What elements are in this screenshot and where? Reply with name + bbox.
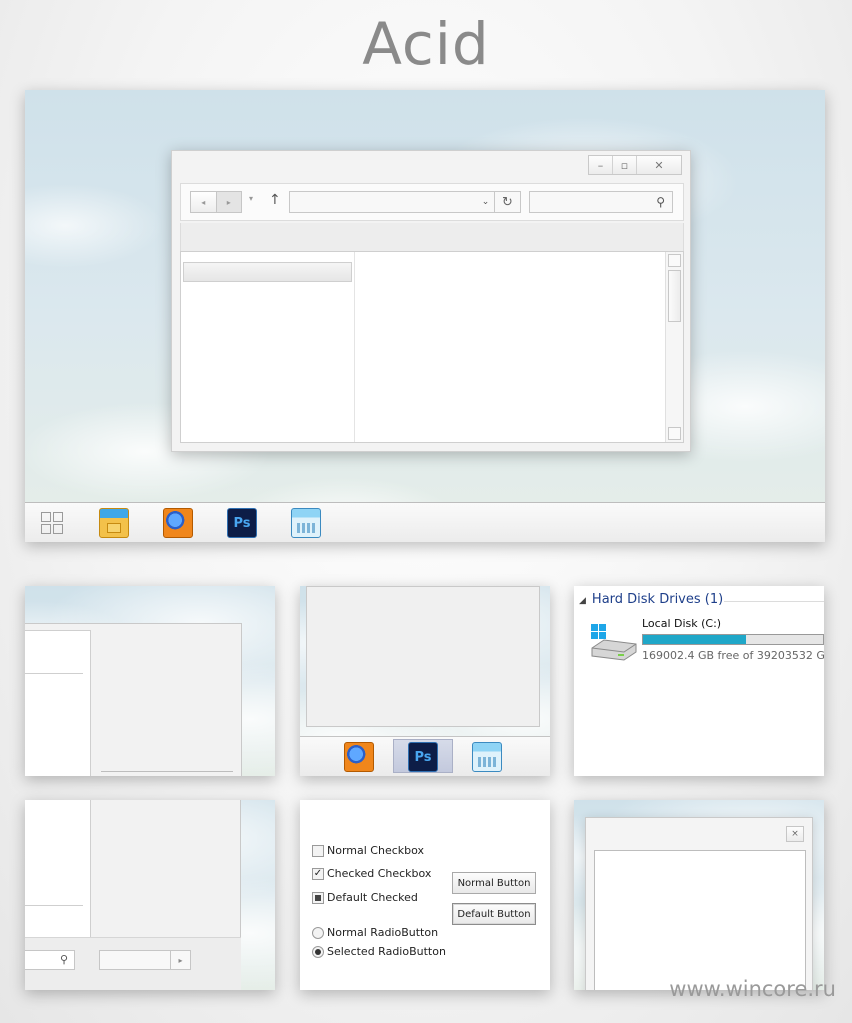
selected-radiobutton[interactable]: Selected RadioButton	[312, 945, 446, 958]
navigation-pane	[25, 800, 91, 937]
window-corner-preview	[25, 586, 275, 776]
hard-drive-icon[interactable]	[588, 620, 638, 662]
checked-checkbox[interactable]: ✓ Checked Checkbox	[312, 867, 431, 880]
back-button[interactable]: ◂	[191, 192, 216, 212]
scroll-down-arrow[interactable]	[668, 427, 681, 440]
window-bottom-preview: ⚲ ▸	[25, 800, 275, 990]
desktop-preview: – ▫ ✕ ◂ ▸ ▾ ↑ ⌄ ↻ ⚲ Ps	[25, 90, 825, 542]
explorer-toolbar: ◂ ▸ ▾ ↑ ⌄ ↻ ⚲	[180, 183, 684, 221]
search-box[interactable]: ⚲	[25, 950, 75, 970]
collapse-triangle-icon[interactable]: ◢	[579, 596, 586, 606]
computer-view-preview: ◢ Hard Disk Drives (1) Local Disk (C:) 16…	[574, 586, 824, 776]
group-divider	[724, 601, 824, 602]
command-bar	[180, 223, 684, 251]
drive-usage-fill	[643, 635, 746, 644]
nav-buttons: ◂ ▸	[190, 191, 242, 213]
default-button[interactable]: Default Button	[452, 903, 536, 925]
search-box[interactable]: ⚲	[529, 191, 673, 213]
group-header-label: Hard Disk Drives (1)	[591, 592, 724, 607]
close-icon[interactable]: ×	[786, 826, 804, 842]
refresh-icon[interactable]: ↻	[494, 192, 520, 212]
photoshop-icon[interactable]: Ps	[408, 742, 438, 772]
firefox-icon[interactable]	[344, 742, 374, 772]
bottom-bar: ⚲ ▸	[25, 937, 241, 990]
dialog-window: ×	[585, 817, 813, 990]
taskbar: Ps	[25, 502, 825, 542]
close-button[interactable]: ✕	[637, 156, 681, 174]
taskbar: Ps	[300, 736, 550, 776]
group-header[interactable]: ◢ Hard Disk Drives (1)	[579, 592, 723, 607]
calculator-icon[interactable]	[291, 508, 321, 538]
start-grid-icon[interactable]	[41, 512, 63, 534]
minimize-button[interactable]: –	[589, 156, 613, 174]
navigation-pane	[25, 630, 91, 776]
checkbox-label: Normal Checkbox	[327, 844, 425, 857]
explorer-window[interactable]: – ▫ ✕ ◂ ▸ ▾ ↑ ⌄ ↻ ⚲	[171, 150, 691, 452]
dialog-preview: ×	[574, 800, 824, 990]
watermark: www.wincore.ru	[669, 977, 836, 1001]
chevron-right-icon[interactable]: ▸	[170, 951, 190, 969]
forward-button[interactable]: ▸	[215, 192, 241, 212]
window-frame: ⚲ ▸	[25, 800, 241, 990]
taskbar-active-preview: Ps	[300, 586, 550, 776]
radio-label: Selected RadioButton	[327, 945, 446, 958]
dialog-client-area	[594, 850, 806, 990]
radio-label: Normal RadioButton	[327, 926, 439, 939]
controls-preview: Normal Checkbox ✓ Checked Checkbox Defau…	[300, 800, 550, 990]
divider	[101, 771, 233, 772]
caption-buttons: – ▫ ✕	[588, 155, 682, 175]
drive-usage-bar	[642, 634, 824, 645]
explorer-content	[180, 251, 684, 443]
file-explorer-icon[interactable]	[99, 508, 129, 538]
normal-checkbox[interactable]: Normal Checkbox	[312, 844, 424, 857]
maximize-button[interactable]: ▫	[613, 156, 637, 174]
radio-selected-circle[interactable]	[312, 945, 324, 958]
normal-radiobutton[interactable]: Normal RadioButton	[312, 926, 438, 939]
window-frame	[306, 586, 540, 727]
checkbox-box[interactable]	[312, 844, 324, 857]
scroll-up-arrow[interactable]	[668, 254, 681, 267]
photoshop-icon[interactable]: Ps	[227, 508, 257, 538]
navigation-pane	[181, 252, 355, 442]
search-icon: ⚲	[656, 195, 665, 209]
scroll-thumb[interactable]	[668, 270, 681, 322]
checkbox-label: Checked Checkbox	[327, 867, 432, 880]
default-checked-checkbox[interactable]: Default Checked	[312, 891, 418, 904]
combo-box[interactable]: ▸	[99, 950, 191, 970]
vertical-scrollbar[interactable]	[665, 252, 683, 442]
navigation-selected-item[interactable]	[183, 262, 352, 282]
checkbox-default-box[interactable]	[312, 891, 324, 904]
checkbox-label: Default Checked	[327, 891, 418, 904]
address-dropdown-icon[interactable]: ⌄	[476, 192, 494, 212]
firefox-icon[interactable]	[163, 508, 193, 538]
normal-button[interactable]: Normal Button	[452, 872, 536, 894]
search-icon: ⚲	[59, 953, 68, 966]
calculator-icon[interactable]	[472, 742, 502, 772]
radio-circle[interactable]	[312, 926, 324, 939]
address-input[interactable]	[290, 192, 476, 212]
checkbox-checked-box[interactable]: ✓	[312, 867, 324, 880]
drive-name[interactable]: Local Disk (C:)	[642, 617, 721, 630]
drive-free-space: 169002.4 GB free of 39203532 GB	[642, 649, 824, 662]
theme-title: Acid	[362, 10, 490, 78]
up-arrow-icon[interactable]: ↑	[269, 192, 281, 208]
window-frame	[25, 623, 242, 776]
address-bar[interactable]: ⌄ ↻	[289, 191, 521, 213]
recent-locations-icon[interactable]: ▾	[249, 194, 253, 203]
